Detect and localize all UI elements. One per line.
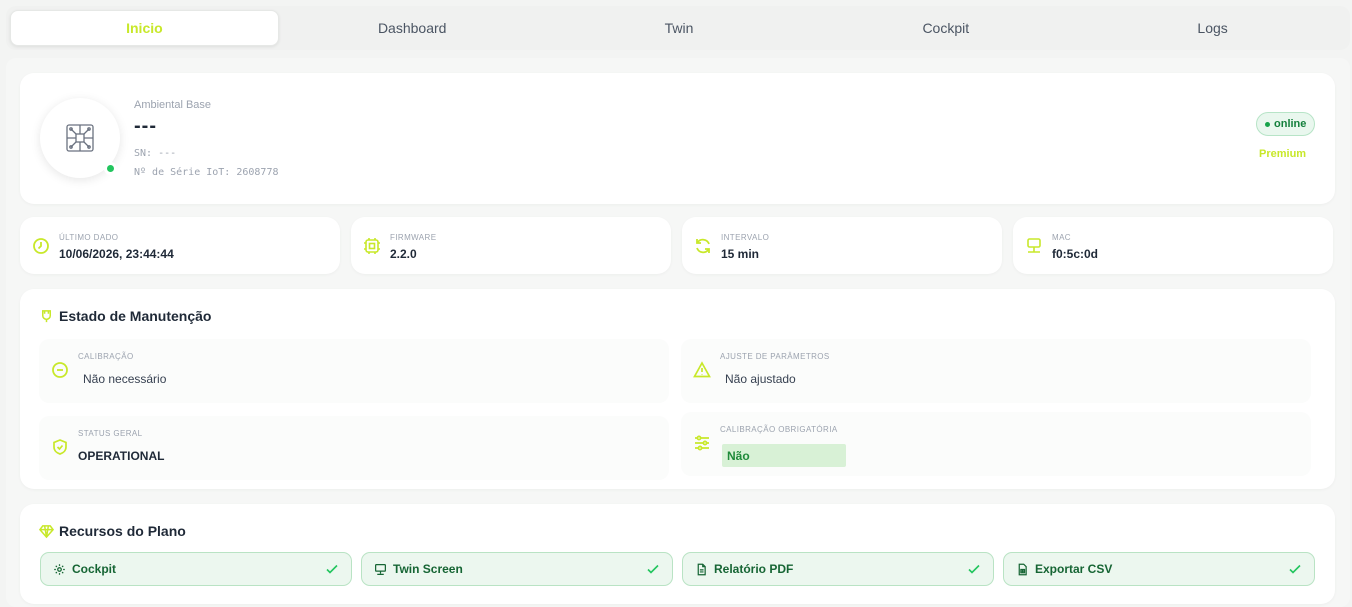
info-card-firmware: Firmware 2.2.0 [351,217,671,274]
check-icon [968,564,980,574]
minus-circle-icon [52,362,68,378]
info-value: 15 min [721,247,760,261]
resource-cockpit[interactable]: Cockpit [40,552,352,586]
item-value: Não necessário [83,372,167,386]
tab-cockpit[interactable]: Cockpit [812,10,1079,46]
tab-inicio[interactable]: Inicio [10,10,279,46]
check-icon [647,564,659,574]
status-label: online [1274,118,1307,130]
item-value: OPERATIONAL [78,449,165,463]
resource-label: Exportar CSV [1035,562,1113,576]
device-model: Ambiental Base [134,99,212,111]
chip-icon [364,238,380,254]
status-dot-icon [1265,121,1270,127]
resource-label: Relatório PDF [714,562,794,576]
info-value: 10/06/2026, 23:44:44 [59,247,174,261]
maintenance-title-text: Estado de Manutenção [59,308,212,324]
item-label: Ajuste de Parâmetros [720,352,830,361]
item-label: Calibração Obrigatória [720,425,838,434]
wrench-shield-icon [42,309,51,322]
maintenance-adjust: Ajuste de Parâmetros Não ajustado [681,339,1311,403]
status-badge: online [1256,112,1316,136]
info-card-interval: Intervalo 15 min [682,217,1002,274]
circuit-board-icon [66,124,94,152]
monitor-icon [375,563,386,575]
gem-icon [39,524,54,538]
device-iot-serial: Nº de Série IoT: 2608778 [134,167,279,178]
item-value: Não [722,444,846,467]
gear-icon [54,563,65,575]
item-label: Status Geral [78,429,143,438]
plan-label: Premium [1259,148,1307,160]
maintenance-status: Status Geral OPERATIONAL [39,416,669,480]
info-card-last-data: Último Dado 10/06/2026, 23:44:44 [20,217,340,274]
resource-export-csv[interactable]: Exportar CSV [1003,552,1315,586]
sliders-icon [695,435,709,451]
device-card: Ambiental Base --- SN: --- Nº de Série I… [20,73,1335,204]
spreadsheet-icon [1018,563,1027,575]
check-icon [1289,564,1301,574]
item-value: Não ajustado [725,372,796,386]
resource-pdf-report[interactable]: Relatório PDF [682,552,994,586]
info-label: Último Dado [59,233,119,242]
info-label: Intervalo [721,233,770,242]
clock-icon [33,238,49,254]
shield-check-icon [53,439,67,455]
info-label: Firmware [390,233,437,242]
tab-twin[interactable]: Twin [546,10,813,46]
maintenance-card: Estado de Manutenção Calibração Não nece… [20,289,1335,489]
main-panel: Ambiental Base --- SN: --- Nº de Série I… [6,58,1350,607]
maintenance-mandatory: Calibração Obrigatória Não [681,412,1311,476]
info-value: 2.2.0 [390,247,417,261]
device-name: --- [134,115,157,137]
tab-dashboard[interactable]: Dashboard [279,10,546,46]
document-icon [697,563,706,575]
info-label: MAC [1052,233,1071,242]
maintenance-calibration: Calibração Não necessário [39,339,669,403]
info-card-mac: MAC f0:5c:0d [1013,217,1333,274]
check-icon [326,564,338,574]
warning-icon [693,361,711,378]
item-label: Calibração [78,352,134,361]
network-icon [1027,238,1041,253]
maintenance-title: Estado de Manutenção [39,308,211,324]
resource-label: Cockpit [72,562,117,576]
resource-label: Twin Screen [393,562,463,576]
tab-bar: Inicio Dashboard Twin Cockpit Logs [6,6,1350,50]
tab-logs[interactable]: Logs [1079,10,1346,46]
device-serial: SN: --- [134,148,177,159]
refresh-icon [696,238,710,254]
resource-twin-screen[interactable]: Twin Screen [361,552,673,586]
plan-resources-card: Recursos do Plano Cockpit Twin Screen Re… [20,504,1335,604]
plan-resources-title-text: Recursos do Plano [59,523,186,539]
plan-resources-title: Recursos do Plano [39,523,186,539]
online-indicator [104,162,117,175]
info-value: f0:5c:0d [1052,247,1099,261]
